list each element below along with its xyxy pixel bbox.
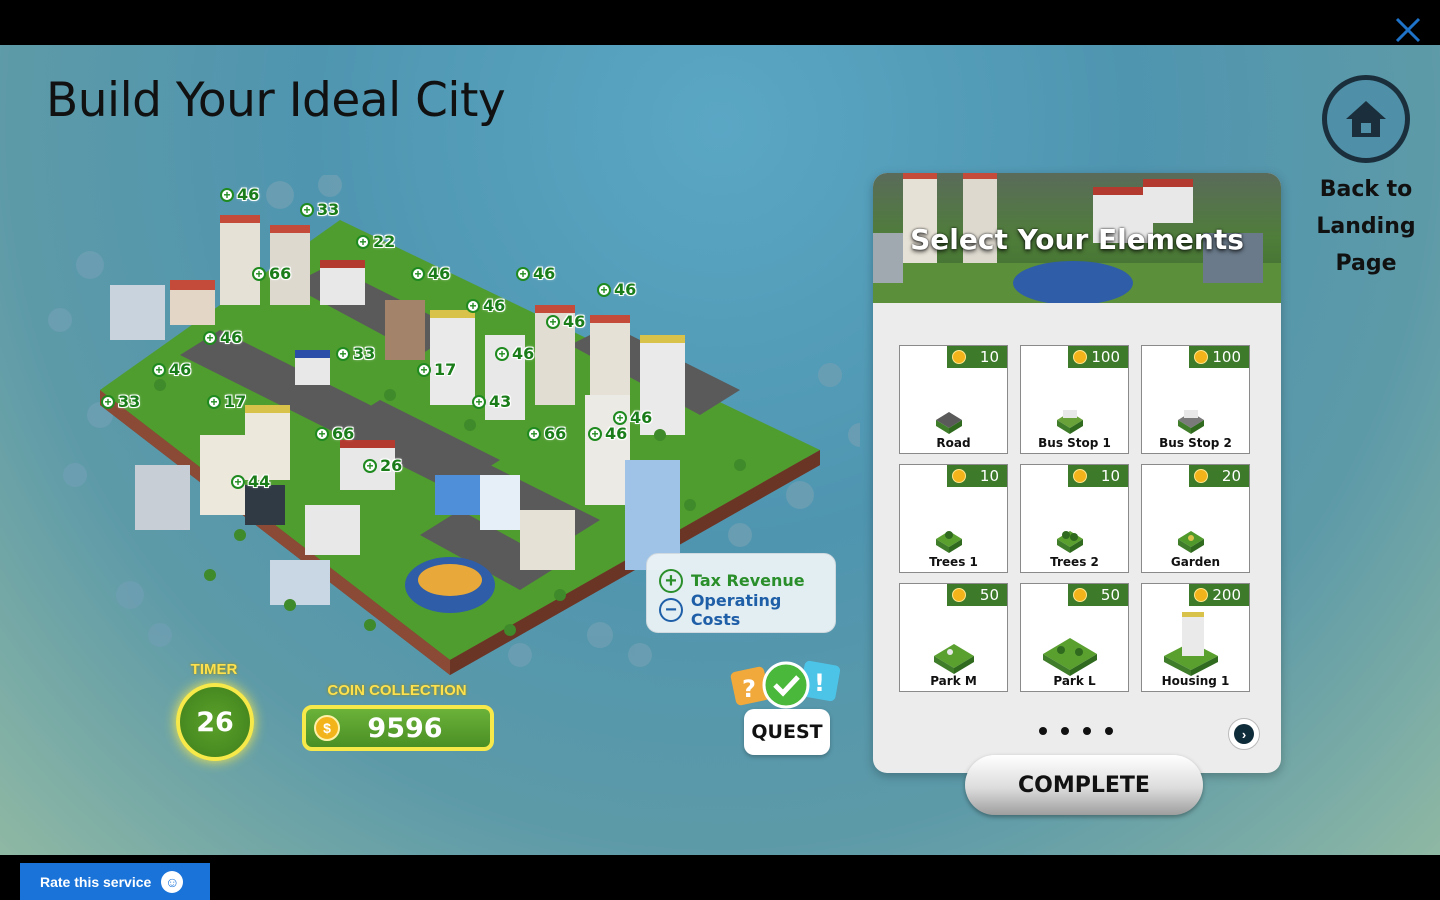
revenue-badge: +46 [466,296,505,315]
bottom-bar [0,855,1440,900]
revenue-badge: +33 [101,392,140,411]
revenue-badge: +46 [597,280,636,299]
element-card-bus-stop-1[interactable]: 100 Bus Stop 1 [1020,345,1129,454]
plus-icon: + [417,362,431,377]
plus-icon: + [466,298,480,313]
element-card-housing-1[interactable]: 200 Housing 1 [1141,583,1250,692]
plus-icon: + [300,202,314,217]
page-dot-3[interactable] [1083,727,1091,735]
plus-icon: + [516,266,530,281]
plus-icon: + [411,266,425,281]
element-card-park-m[interactable]: 50 Park M [899,583,1008,692]
panel-banner: Select Your Elements [873,173,1281,303]
page-title: Build Your Ideal City [46,73,506,128]
revenue-badge: +44 [231,472,270,491]
plus-icon: + [336,346,350,361]
element-card-garden[interactable]: 20 Garden [1141,464,1250,573]
plus-icon: + [220,187,234,202]
plus-icon: + [207,394,221,409]
plus-icon: + [203,330,217,345]
coin-collection-bar: $ 9596 [302,705,494,751]
plus-icon: + [588,426,602,441]
plus-circle-icon: + [659,568,683,593]
revenue-badge: +17 [417,360,456,379]
element-card-trees-2[interactable]: 10 Trees 2 [1020,464,1129,573]
game-stage: Build Your Ideal City + 46 + 33 + 22 + 6… [0,45,1440,855]
revenue-badge: +46 [220,185,259,204]
svg-text:!: ! [814,669,825,697]
back-to-landing-button[interactable] [1322,75,1410,163]
revenue-badge: +66 [252,264,291,283]
svg-text:?: ? [742,675,756,703]
revenue-badge: +17 [207,392,246,411]
panel-title: Select Your Elements [910,223,1244,256]
plus-icon: + [472,394,486,409]
timer-label: TIMER [190,661,238,678]
complete-button[interactable]: COMPLETE [965,755,1203,815]
chevron-right-icon: › [1234,724,1254,744]
plus-icon: + [356,234,370,249]
revenue-badge: +46 [203,328,242,347]
revenue-badge: +33 [336,344,375,363]
quest-button[interactable]: ? ! QUEST [728,657,848,767]
home-icon [1346,101,1386,137]
close-icon[interactable] [1394,16,1422,44]
revenue-badge: +46 [546,312,585,331]
revenue-badge: +22 [356,232,395,251]
plus-icon: + [613,410,627,425]
coin-icon: $ [314,715,340,741]
revenue-badge: +46 [495,344,534,363]
plus-icon: + [546,314,560,329]
coin-value: 9596 [367,712,443,744]
revenue-badge: +46 [516,264,555,283]
smiley-icon: ☺ [161,870,184,893]
revenue-badge: +66 [527,424,566,443]
timer-value: 26 [176,683,254,761]
element-card-park-l[interactable]: 50 Park L [1020,583,1129,692]
plus-icon: + [252,266,266,281]
rate-service-button[interactable]: Rate this service ☺ [20,863,210,900]
page-dots [1039,727,1113,735]
minus-circle-icon: − [659,597,683,622]
elements-panel: Select Your Elements 10 Road 100 Bus Sto… [873,173,1281,773]
plus-icon: + [495,346,509,361]
quest-icon: ? ! [730,660,841,709]
legend-operating-costs: − Operating Costs [659,591,835,629]
revenue-badge: +46 [588,424,627,443]
top-bar [0,0,1440,45]
legend: + Tax Revenue − Operating Costs [646,553,836,633]
coin-collection-label: COIN COLLECTION [327,682,467,699]
element-card-road[interactable]: 10 Road [899,345,1008,454]
element-card-bus-stop-2[interactable]: 100 Bus Stop 2 [1141,345,1250,454]
page-dot-1[interactable] [1039,727,1047,735]
revenue-badge: +66 [315,424,354,443]
plus-icon: + [231,474,245,489]
element-card-trees-1[interactable]: 10 Trees 1 [899,464,1008,573]
plus-icon: + [597,282,611,297]
revenue-badge: +33 [300,200,339,219]
back-to-landing-label[interactable]: Back to Landing Page [1305,171,1427,282]
page-dot-4[interactable] [1105,727,1113,735]
revenue-badge: +26 [363,456,402,475]
plus-icon: + [152,362,166,377]
page-dot-2[interactable] [1061,727,1069,735]
plus-icon: + [527,426,541,441]
plus-icon: + [363,458,377,473]
next-page-button[interactable]: › [1228,718,1260,750]
revenue-badge: +43 [472,392,511,411]
revenue-badge: +46 [152,360,191,379]
plus-icon: + [315,426,329,441]
revenue-badge: +46 [411,264,450,283]
plus-icon: + [101,394,115,409]
